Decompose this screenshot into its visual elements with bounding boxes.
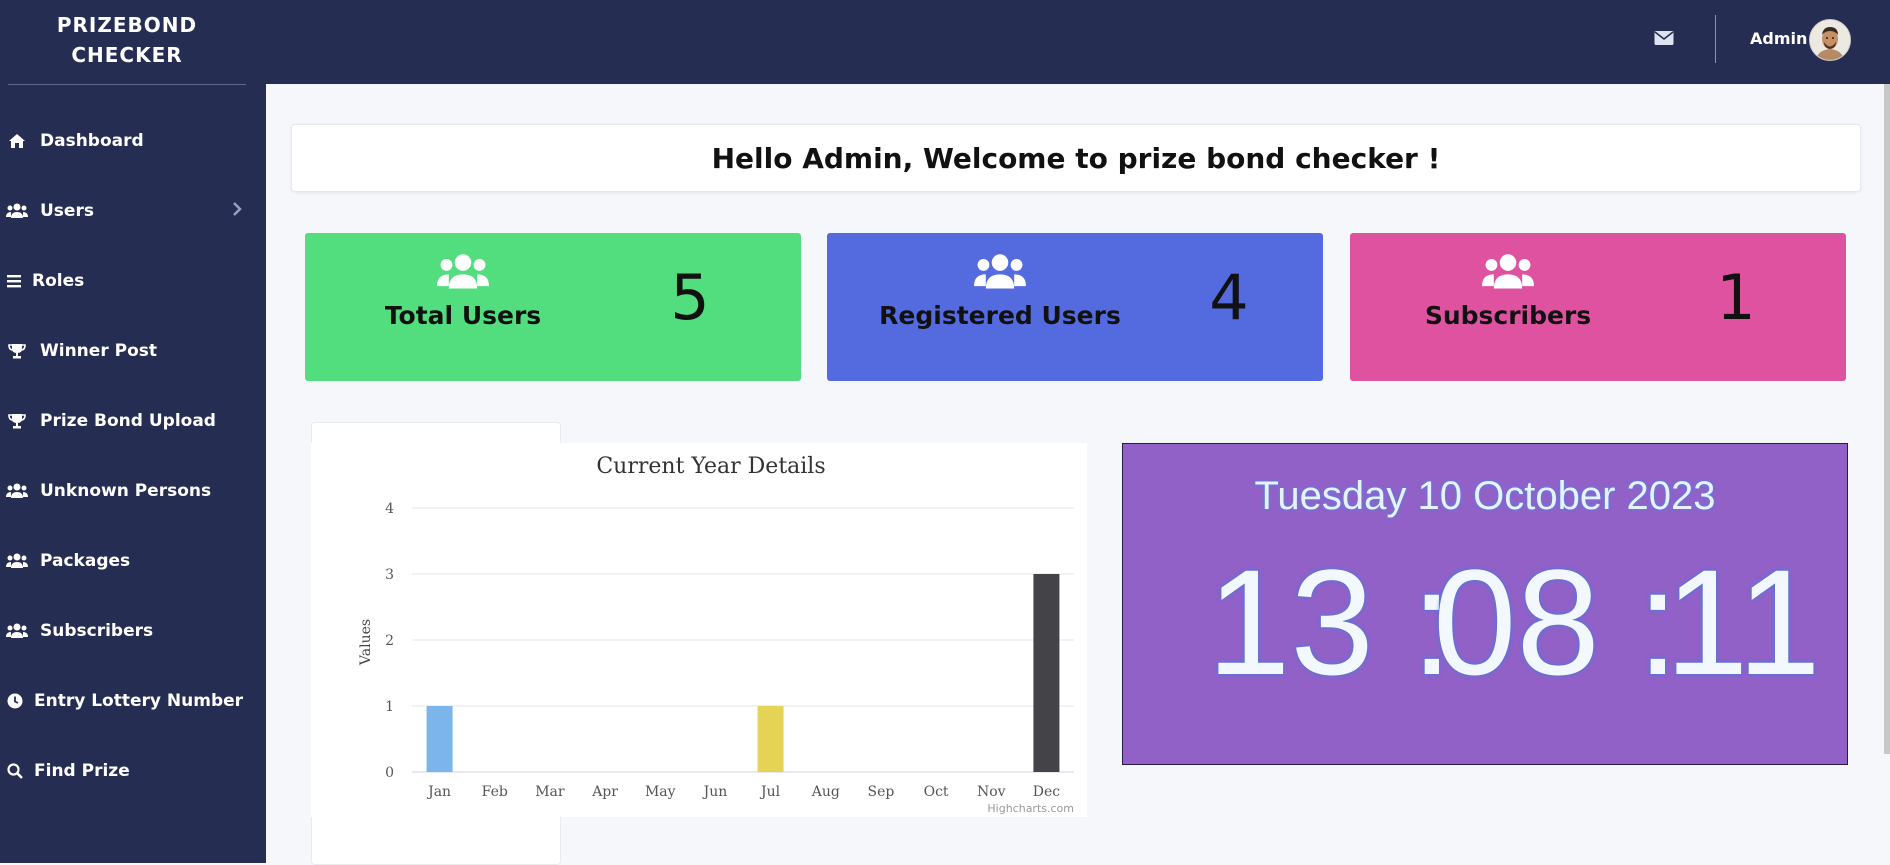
y-tick-label: 2 — [385, 633, 394, 649]
sidebar-item-find-prize[interactable]: Find Prize — [0, 736, 266, 806]
x-tick-label: Feb — [482, 784, 508, 800]
sidebar-item-packages[interactable]: Packages — [0, 526, 266, 596]
y-tick-label: 0 — [385, 765, 394, 781]
sidebar-item-roles[interactable]: Roles — [0, 246, 266, 316]
x-tick-label: Dec — [1033, 784, 1061, 800]
y-tick-label: 1 — [385, 699, 394, 715]
brand-divider — [8, 84, 246, 85]
x-tick-label: May — [645, 784, 676, 800]
sidebar-item-label: Unknown Persons — [40, 481, 212, 501]
sidebar-item-subscribers[interactable]: Subscribers — [0, 596, 266, 666]
x-tick-label: Mar — [535, 784, 565, 800]
search-icon — [6, 762, 24, 780]
sidebar-item-entry-lottery-number[interactable]: Entry Lottery Number — [0, 666, 266, 736]
chart-bar-jan[interactable] — [426, 706, 453, 772]
user-name[interactable]: Admin — [1750, 29, 1807, 48]
y-tick-label: 3 — [385, 567, 394, 583]
clock-seconds: 11 — [1665, 538, 1821, 706]
trophy-icon — [6, 412, 28, 430]
topbar-divider — [1715, 15, 1716, 63]
welcome-banner: Hello Admin, Welcome to prize bond check… — [291, 124, 1861, 192]
chart-svg: Current Year Details Values Jan Feb Mar Apr… — [358, 454, 1074, 815]
home-icon — [6, 132, 28, 150]
stat-card-registered-users: Registered Users 4 — [827, 233, 1323, 381]
users-icon — [437, 253, 489, 296]
x-tick-label: Oct — [924, 784, 949, 800]
sidebar-item-label: Find Prize — [34, 761, 130, 781]
sidebar-nav: Dashboard Users Roles Winner Post Prize … — [0, 106, 266, 806]
sidebar-item-label: Prize Bond Upload — [40, 411, 216, 431]
sidebar-item-users[interactable]: Users — [0, 176, 266, 246]
chart-bar-dec[interactable] — [1033, 574, 1060, 772]
clock-widget: Tuesday 10 October 2023 13 : 08 : 11 — [1122, 443, 1848, 765]
users-icon — [974, 253, 1026, 296]
sidebar-item-label: Entry Lottery Number — [34, 691, 244, 711]
sidebar-item-label: Users — [40, 201, 94, 221]
sidebar: PRIZEBOND CHECKER Dashboard Users Roles — [0, 0, 266, 863]
welcome-message: Hello Admin, Welcome to prize bond check… — [711, 141, 1441, 175]
sidebar-item-label: Dashboard — [40, 131, 144, 151]
stat-value: 4 — [1209, 261, 1249, 334]
page-scrollbar[interactable] — [1884, 84, 1890, 754]
clock-date: Tuesday 10 October 2023 — [1254, 474, 1716, 518]
brand-line-1: PRIZEBOND — [56, 13, 198, 37]
sidebar-item-label: Winner Post — [40, 341, 157, 361]
sidebar-item-unknown-persons[interactable]: Unknown Persons — [0, 456, 266, 526]
stat-value: 1 — [1716, 261, 1756, 334]
users-icon — [1482, 253, 1534, 296]
stat-label: Subscribers — [1424, 301, 1592, 330]
x-tick-label: Sep — [867, 784, 894, 800]
sidebar-item-label: Packages — [40, 551, 131, 571]
avatar[interactable] — [1809, 19, 1851, 61]
sidebar-item-prize-bond-upload[interactable]: Prize Bond Upload — [0, 386, 266, 456]
stat-card-total-users: Total Users 5 — [305, 233, 801, 381]
x-tick-label: Jun — [702, 784, 728, 800]
users-icon — [6, 552, 28, 570]
sidebar-item-label: Roles — [32, 271, 85, 291]
x-tick-label: Nov — [977, 784, 1006, 800]
brand-logo[interactable]: PRIZEBOND CHECKER — [8, 10, 246, 70]
chart-bar-jul[interactable] — [757, 706, 784, 772]
clock-minutes: 08 — [1433, 538, 1600, 706]
y-axis-label: Values — [358, 619, 374, 666]
list-icon — [6, 272, 22, 290]
stat-label: Registered Users — [879, 301, 1121, 330]
chevron-right-icon[interactable] — [232, 201, 242, 221]
stat-label: Total Users — [384, 301, 542, 330]
chart-credit[interactable]: Highcharts.com — [987, 802, 1074, 815]
sidebar-item-dashboard[interactable]: Dashboard — [0, 106, 266, 176]
x-tick-label: Jul — [759, 784, 781, 800]
x-tick-label: Jan — [426, 784, 451, 800]
chart-title: Current Year Details — [596, 454, 825, 479]
users-icon — [6, 202, 28, 220]
users-icon — [6, 482, 28, 500]
x-tick-label: Aug — [811, 784, 840, 800]
top-navbar — [266, 0, 1890, 84]
stat-value: 5 — [670, 261, 710, 334]
envelope-icon[interactable] — [1654, 30, 1674, 51]
clock-icon — [6, 692, 24, 710]
users-icon — [6, 622, 28, 640]
brand-line-2: CHECKER — [71, 43, 183, 67]
clock-hours: 13 — [1207, 538, 1374, 706]
x-tick-label: Apr — [591, 784, 618, 800]
stat-card-subscribers: Subscribers 1 — [1350, 233, 1846, 381]
bar-chart: Current Year Details Values Jan Feb Mar Apr… — [311, 443, 1087, 817]
y-tick-label: 4 — [385, 501, 394, 517]
sidebar-item-label: Subscribers — [40, 621, 154, 641]
trophy-icon — [6, 342, 28, 360]
clock-time: 13 : 08 : 11 — [1123, 538, 1847, 706]
sidebar-item-winner-post[interactable]: Winner Post — [0, 316, 266, 386]
